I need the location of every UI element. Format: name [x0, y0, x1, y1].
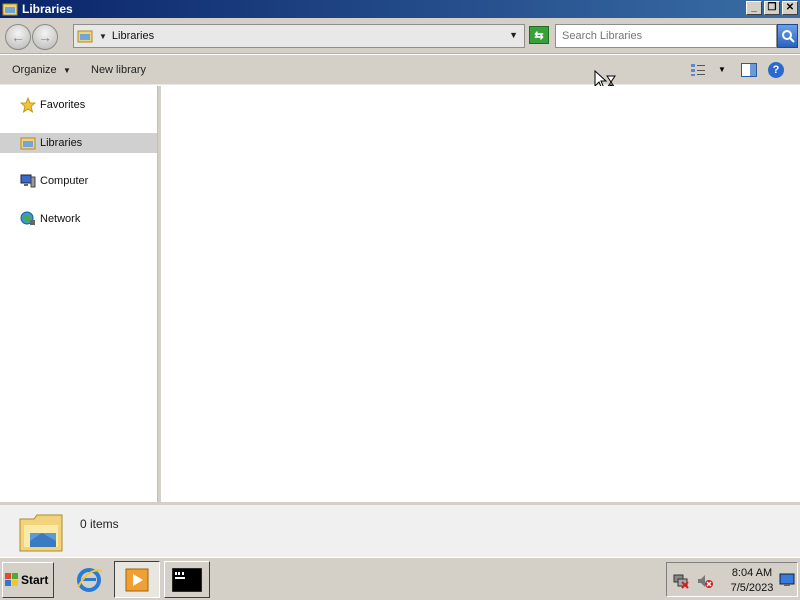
view-options-dropdown-icon[interactable]: ▼: [718, 65, 726, 74]
libraries-large-icon: [19, 514, 63, 552]
volume-muted-icon[interactable]: [697, 573, 713, 589]
refresh-icon: ⇆: [534, 29, 544, 42]
forward-button[interactable]: →: [32, 24, 58, 50]
nav-item-label: Computer: [40, 175, 89, 187]
breadcrumb-arrow-icon[interactable]: ▼: [99, 32, 107, 41]
search-button[interactable]: [777, 24, 798, 48]
title-bar[interactable]: Libraries _ ❐ ✕: [0, 0, 800, 18]
windows-logo-icon: [5, 573, 18, 586]
clock-date: 7/5/2023: [730, 582, 774, 594]
nav-item-label: Favorites: [40, 99, 86, 111]
clock[interactable]: 8:04 AM 7/5/2023: [725, 566, 779, 596]
search-icon: [781, 30, 795, 43]
refresh-button[interactable]: ⇆: [529, 26, 549, 44]
preview-pane-icon[interactable]: [741, 63, 757, 77]
close-button[interactable]: ✕: [782, 1, 798, 15]
file-list-area[interactable]: [161, 86, 800, 502]
new-library-button[interactable]: New library: [91, 64, 146, 76]
nav-item-libraries[interactable]: Libraries: [0, 133, 157, 153]
media-player-icon: [125, 568, 149, 591]
notification-area: 8:04 AM 7/5/2023: [666, 562, 798, 597]
internet-explorer-button[interactable]: [66, 561, 112, 598]
navigation-pane: Favorites Libraries Computer Network: [0, 86, 157, 502]
libraries-icon: [20, 135, 36, 151]
command-prompt-icon: [172, 567, 202, 592]
start-label: Start: [21, 573, 49, 587]
item-count: 0 items: [80, 517, 119, 531]
address-bar[interactable]: ▼ Libraries ▼: [73, 24, 525, 48]
libraries-icon: [2, 3, 18, 16]
computer-icon: [20, 173, 36, 189]
search-input[interactable]: [562, 30, 772, 42]
windows-explorer-button[interactable]: [114, 561, 160, 598]
show-desktop-icon[interactable]: [779, 573, 795, 587]
clock-time: 8:04 AM: [731, 567, 773, 579]
address-toolbar: ← → ▼ Libraries ▼ ⇆: [0, 18, 800, 54]
taskbar: Start 8:04 AM 7/5/2023: [0, 557, 800, 600]
start-button[interactable]: Start: [2, 562, 54, 598]
address-dropdown-icon[interactable]: ▼: [509, 30, 518, 40]
internet-explorer-icon: [77, 567, 103, 592]
organize-dropdown-icon[interactable]: ▼: [63, 66, 71, 75]
nav-item-label: Libraries: [40, 137, 83, 149]
arrow-left-icon: ←: [11, 29, 25, 45]
nav-item-network[interactable]: Network: [0, 209, 157, 229]
command-bar: Organize ▼ New library ▼ ?: [0, 55, 800, 85]
libraries-icon: [77, 30, 93, 43]
star-icon: [20, 97, 36, 113]
restore-button[interactable]: ❐: [764, 1, 780, 15]
back-button[interactable]: ←: [5, 24, 31, 50]
help-icon[interactable]: ?: [768, 62, 784, 78]
arrow-right-icon: →: [38, 29, 52, 45]
breadcrumb-libraries[interactable]: Libraries: [112, 30, 154, 42]
command-prompt-button[interactable]: [164, 561, 210, 598]
minimize-button[interactable]: _: [746, 1, 762, 15]
search-box[interactable]: [555, 24, 777, 48]
change-view-icon[interactable]: [690, 63, 706, 77]
window-title: Libraries: [22, 2, 73, 16]
organize-button[interactable]: Organize: [12, 64, 57, 76]
nav-item-label: Network: [40, 213, 81, 225]
details-pane: 0 items: [0, 502, 800, 557]
network-icon: [20, 211, 36, 227]
nav-item-computer[interactable]: Computer: [0, 171, 157, 191]
network-disconnected-icon[interactable]: [673, 573, 689, 589]
nav-item-favorites[interactable]: Favorites: [0, 95, 157, 115]
